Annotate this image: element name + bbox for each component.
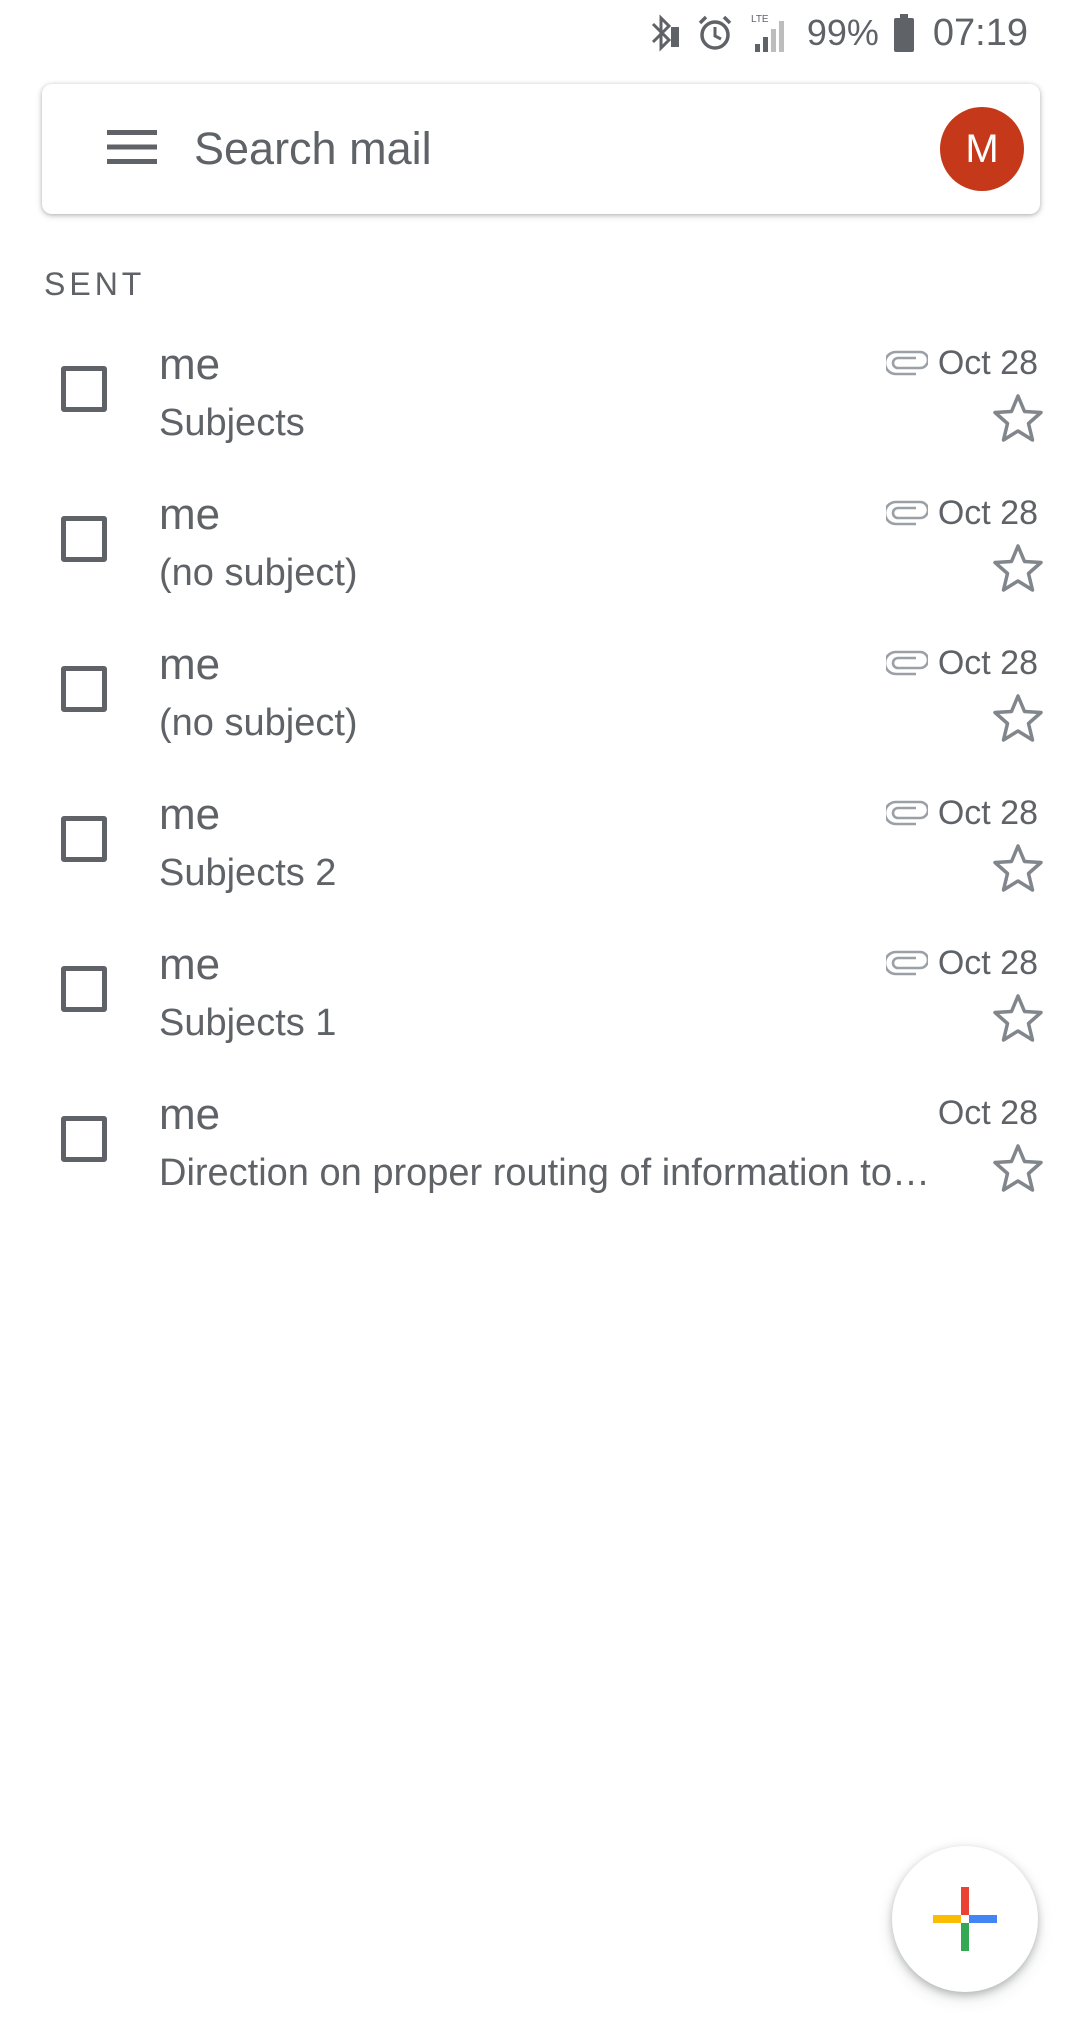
email-subject: Subjects 2 [159,852,337,894]
email-subject: Subjects [159,402,305,444]
sender-name: me [159,490,221,539]
select-checkbox[interactable] [61,666,107,712]
mail-row[interactable]: me Subjects 1 Oct 28 [0,930,1080,1080]
star-outline-icon [993,544,1043,592]
select-checkbox[interactable] [61,816,107,862]
email-subject: Subjects 1 [159,1002,337,1044]
email-date: Oct 28 [937,794,1038,832]
mail-row[interactable]: me Subjects Oct 28 [0,330,1080,480]
attachment-icon [886,350,928,376]
attachment-icon [886,500,928,526]
select-checkbox[interactable] [61,516,107,562]
star-button[interactable] [990,990,1046,1046]
attachment-icon [886,800,928,826]
email-date: Oct 28 [937,944,1038,982]
attachment-icon [886,950,928,976]
sender-name: me [159,340,221,389]
sender-name: me [159,1090,221,1139]
mail-row[interactable]: me (no subject) Oct 28 [0,630,1080,780]
menu-button[interactable] [84,101,180,197]
compose-button[interactable] [892,1846,1038,1992]
mail-row[interactable]: me Direction on proper routing of inform… [0,1080,1080,1230]
star-button[interactable] [990,390,1046,446]
alarm-icon [695,13,735,53]
email-subject: (no subject) [159,552,358,594]
battery-percent: 99% [806,12,879,53]
star-outline-icon [993,694,1043,742]
section-label: SENT [44,266,146,302]
email-date: Oct 28 [937,644,1038,682]
lte-label: LTE [751,14,769,25]
star-button[interactable] [990,540,1046,596]
email-date: Oct 28 [937,1094,1038,1132]
mail-row[interactable]: me (no subject) Oct 28 [0,480,1080,630]
lte-signal-icon: LTE [749,12,793,54]
email-subject: (no subject) [159,702,358,744]
account-avatar[interactable]: M [940,107,1024,191]
sender-name: me [159,790,221,839]
select-checkbox[interactable] [61,1116,107,1162]
gmail-sent-screen: LTE 99% 07:19 Search mail M SENT me Subj… [0,0,1080,2034]
star-outline-icon [993,1144,1043,1192]
star-outline-icon [993,394,1043,442]
search-bar: M [42,84,1040,214]
bluetooth-icon [647,13,681,53]
search-input[interactable] [194,123,894,175]
sender-name: me [159,640,221,689]
status-bar: LTE 99% 07:19 [0,0,1080,66]
email-subject: Direction on proper routing of informati… [159,1152,930,1194]
star-button[interactable] [990,1140,1046,1196]
email-date: Oct 28 [937,494,1038,532]
status-time: 07:19 [932,11,1028,54]
battery-icon [893,13,915,53]
email-date: Oct 28 [937,344,1038,382]
select-checkbox[interactable] [61,966,107,1012]
hamburger-menu-icon [107,129,157,170]
star-button[interactable] [990,840,1046,896]
star-outline-icon [993,844,1043,892]
mail-row[interactable]: me Subjects 2 Oct 28 [0,780,1080,930]
select-checkbox[interactable] [61,366,107,412]
attachment-icon [886,650,928,676]
star-button[interactable] [990,690,1046,746]
star-outline-icon [993,994,1043,1042]
compose-plus-icon [933,1887,997,1951]
sender-name: me [159,940,221,989]
